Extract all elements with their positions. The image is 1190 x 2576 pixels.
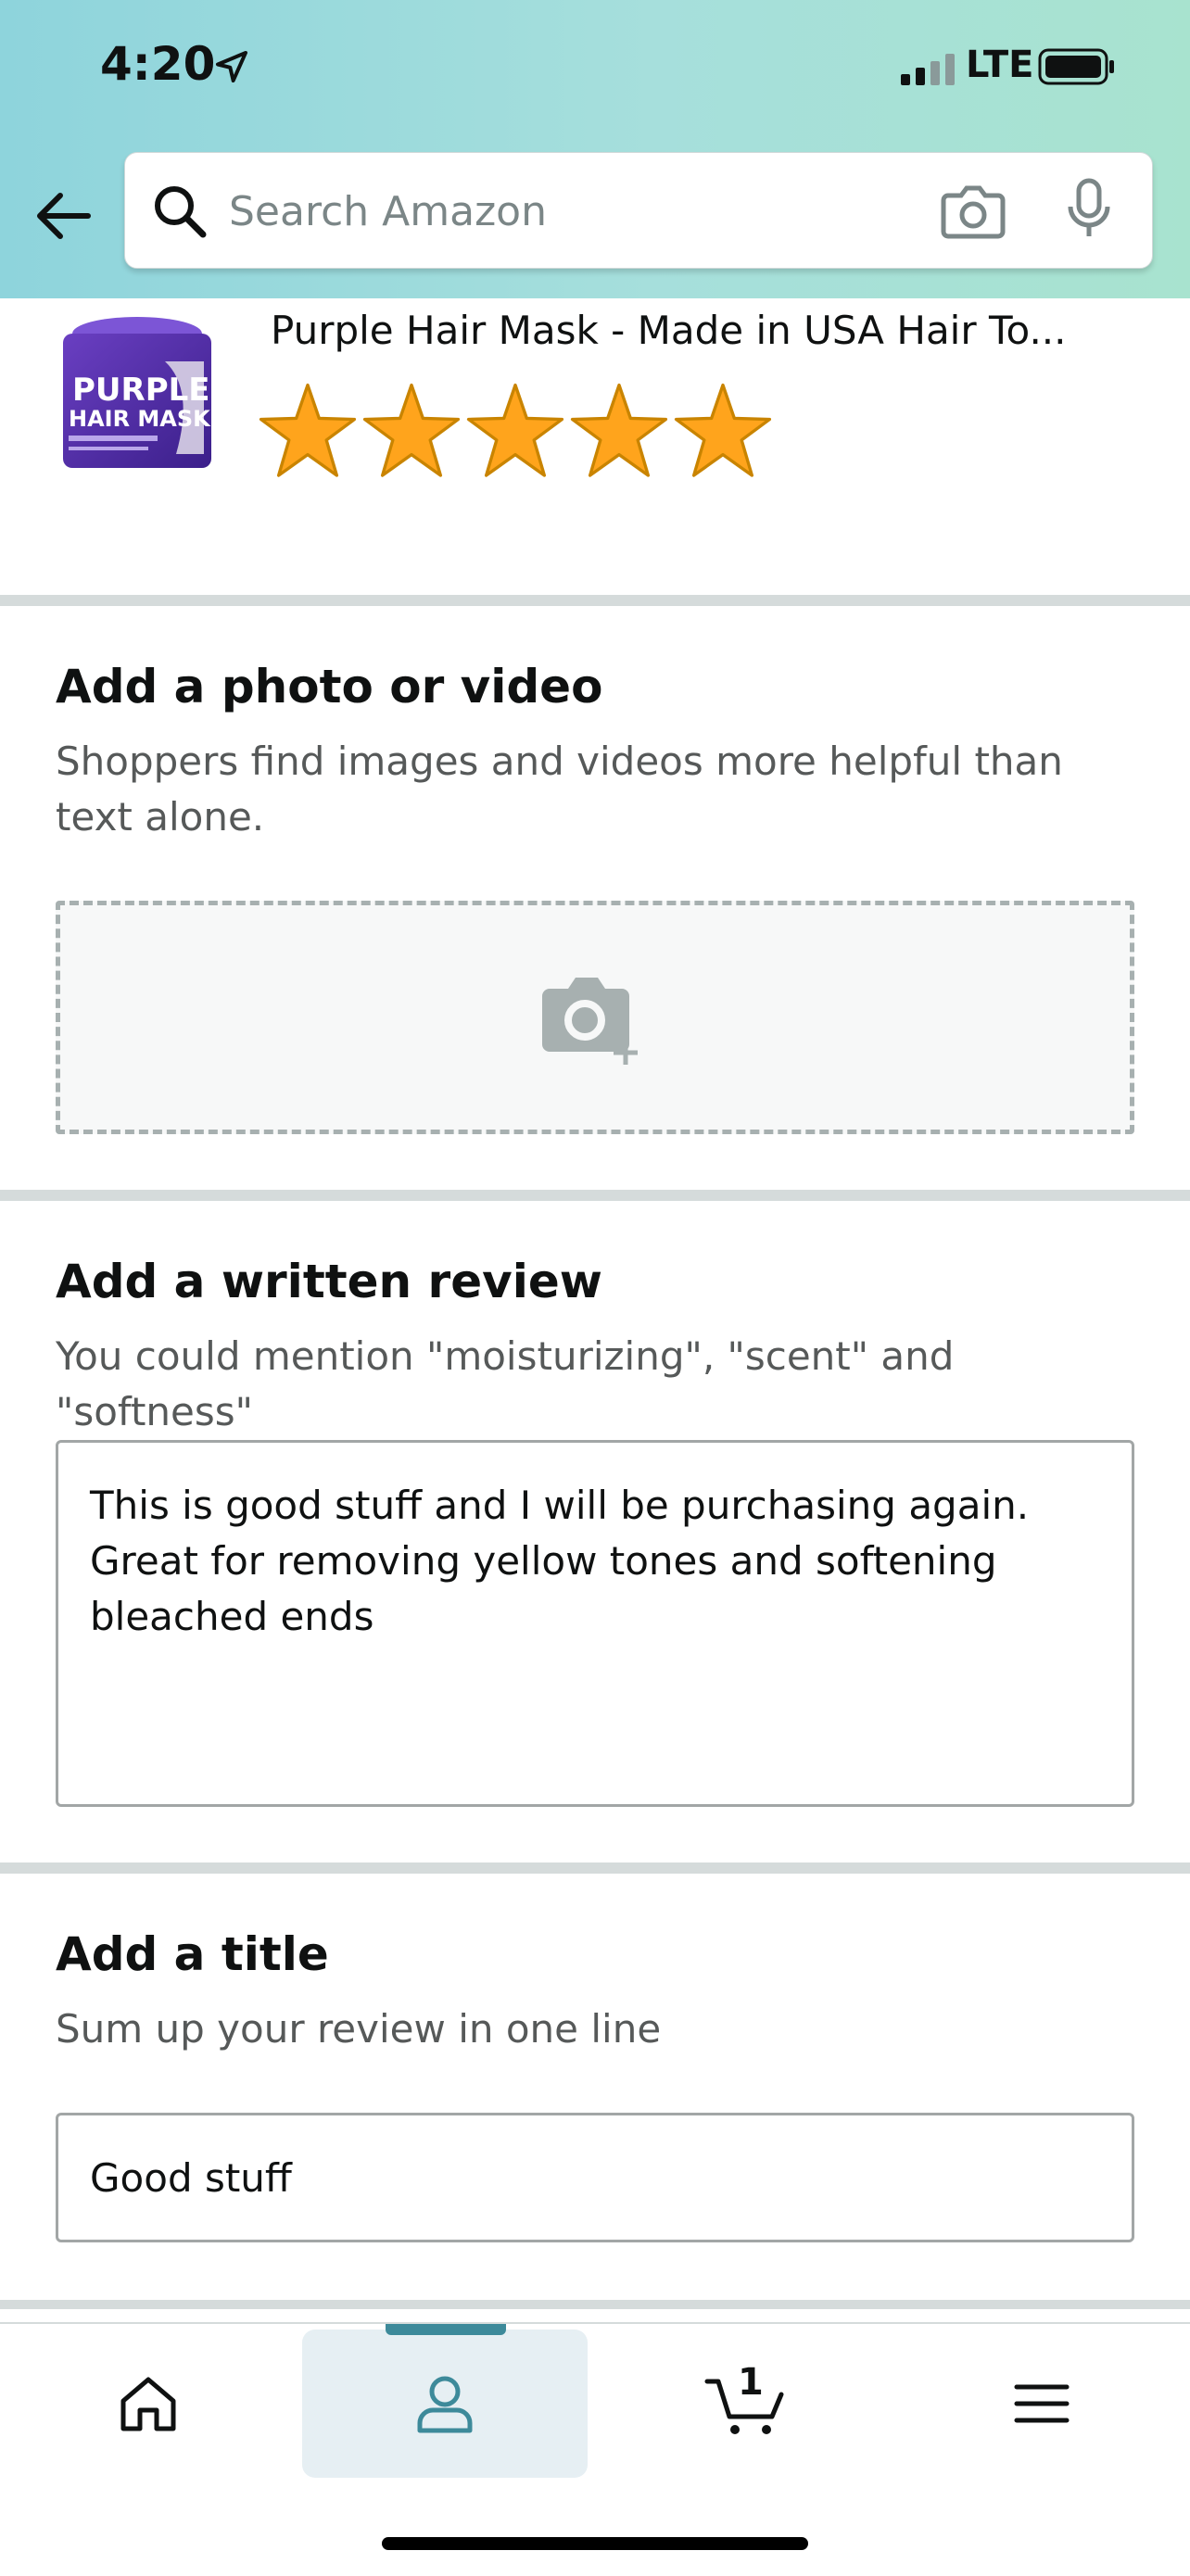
star-icon-1[interactable] [256,380,360,484]
search-input[interactable] [227,175,1009,247]
product-thumbnail: PURPLE HAIR MASK [56,306,219,473]
section-divider [0,1190,1190,1201]
review-section-title: Add a written review [56,1255,602,1308]
nav-account[interactable] [302,2330,588,2478]
photo-section-subtitle: Shoppers find images and videos more hel… [56,739,1063,840]
review-section-subtitle: You could mention "moisturizing", "scent… [56,1333,955,1434]
star-icon-2[interactable] [360,380,463,484]
back-button[interactable] [28,181,98,251]
review-title-input[interactable] [56,2113,1134,2242]
back-arrow-icon [37,193,91,239]
cart-count-badge: 1 [738,2361,764,2404]
microphone-icon[interactable] [1061,177,1117,242]
status-time: 4:20 [100,37,216,91]
nav-menu[interactable] [899,2330,1184,2478]
active-tab-indicator [386,2324,506,2335]
search-icon [155,186,207,238]
menu-icon [1014,2384,1070,2423]
add-photo-icon [542,978,638,1065]
account-icon [417,2376,473,2433]
location-arrow-icon [216,51,247,82]
thumb-text-line2: HAIR MASK [69,406,211,432]
title-section-title: Add a title [56,1927,329,1981]
star-icon-3[interactable] [463,380,567,484]
product-title[interactable]: Purple Hair Mask - Made in USA Hair To..… [271,308,1067,353]
search-bar[interactable] [124,152,1153,269]
section-divider [0,2300,1190,2309]
battery-icon [1038,48,1114,85]
photo-upload-area[interactable] [56,901,1134,1134]
nav-cart[interactable] [602,2330,888,2478]
nav-home[interactable] [6,2330,291,2478]
home-icon [120,2377,176,2431]
home-indicator [382,2537,808,2550]
star-icon-5[interactable] [671,380,775,484]
star-icon-4[interactable] [567,380,671,484]
photo-section-title: Add a photo or video [56,660,603,713]
section-divider [0,1863,1190,1874]
section-divider [0,595,1190,606]
app-header: 4:20 LTE [0,0,1190,298]
cellular-signal-icon [901,54,955,85]
title-section-subtitle: Sum up your review in one line [56,2006,662,2052]
written-review-textarea[interactable]: This is good stuff and I will be purchas… [56,1440,1134,1807]
thumb-text-line1: PURPLE [72,372,210,409]
camera-search-icon[interactable] [941,181,1006,240]
network-type: LTE [966,44,1034,86]
star-rating[interactable] [256,380,775,484]
